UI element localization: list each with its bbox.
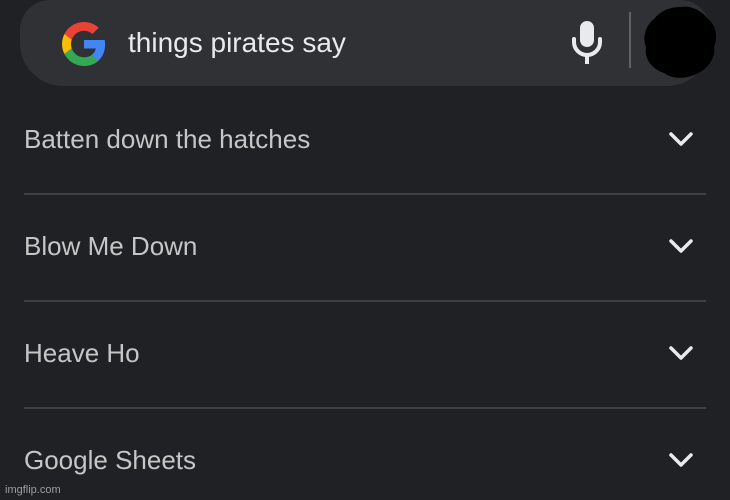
chevron-down-icon[interactable] xyxy=(668,451,694,469)
list-item[interactable]: Blow Me Down xyxy=(24,195,706,302)
list-item[interactable]: Google Sheets xyxy=(24,409,706,500)
watermark: imgflip.com xyxy=(5,484,61,496)
list-item-label: Batten down the hatches xyxy=(24,124,311,154)
avatar[interactable] xyxy=(642,5,718,79)
list-item[interactable]: Heave Ho xyxy=(24,302,706,409)
chevron-down-icon[interactable] xyxy=(668,344,694,362)
list-item-label: Blow Me Down xyxy=(24,231,198,261)
mic-icon[interactable] xyxy=(568,17,606,67)
chevron-down-icon[interactable] xyxy=(668,130,694,148)
list-item-label: Heave Ho xyxy=(24,338,140,368)
chevron-down-icon[interactable] xyxy=(668,237,694,255)
search-bar[interactable]: things pirates say xyxy=(20,0,716,86)
list-item[interactable]: Batten down the hatches xyxy=(24,88,706,195)
search-divider xyxy=(629,12,631,68)
search-input[interactable]: things pirates say xyxy=(128,23,346,63)
related-questions-list: Batten down the hatches Blow Me Down Hea… xyxy=(24,88,706,500)
google-g-icon xyxy=(62,22,106,66)
list-item-label: Google Sheets xyxy=(24,445,197,475)
page: things pirates say Batten down the hatch… xyxy=(0,0,730,500)
